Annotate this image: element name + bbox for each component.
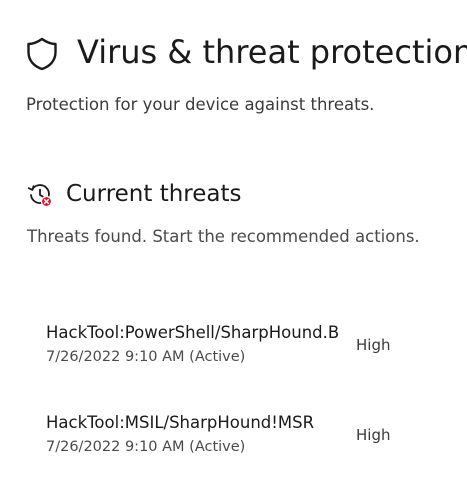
virus-threat-protection-page: Virus & threat protection Protection for… [0,0,467,488]
section-title: Current threats [66,181,242,207]
threat-severity: High [356,336,391,354]
page-subtitle: Protection for your device against threa… [26,95,375,114]
threat-timestamp: 7/26/2022 9:10 AM (Active) [46,439,246,455]
threat-item[interactable]: HackTool:PowerShell/SharpHound.B 7/26/20… [46,323,446,383]
threat-severity: High [356,426,391,444]
threat-name: HackTool:MSIL/SharpHound!MSR [46,413,315,432]
threat-item[interactable]: HackTool:MSIL/SharpHound!MSR 7/26/2022 9… [46,413,446,473]
threat-history-icon [27,182,53,208]
threat-timestamp: 7/26/2022 9:10 AM (Active) [46,349,246,365]
threat-name: HackTool:PowerShell/SharpHound.B [46,323,340,342]
shield-icon [26,37,58,71]
page-title: Virus & threat protection [77,33,467,71]
section-description: Threats found. Start the recommended act… [27,227,420,246]
